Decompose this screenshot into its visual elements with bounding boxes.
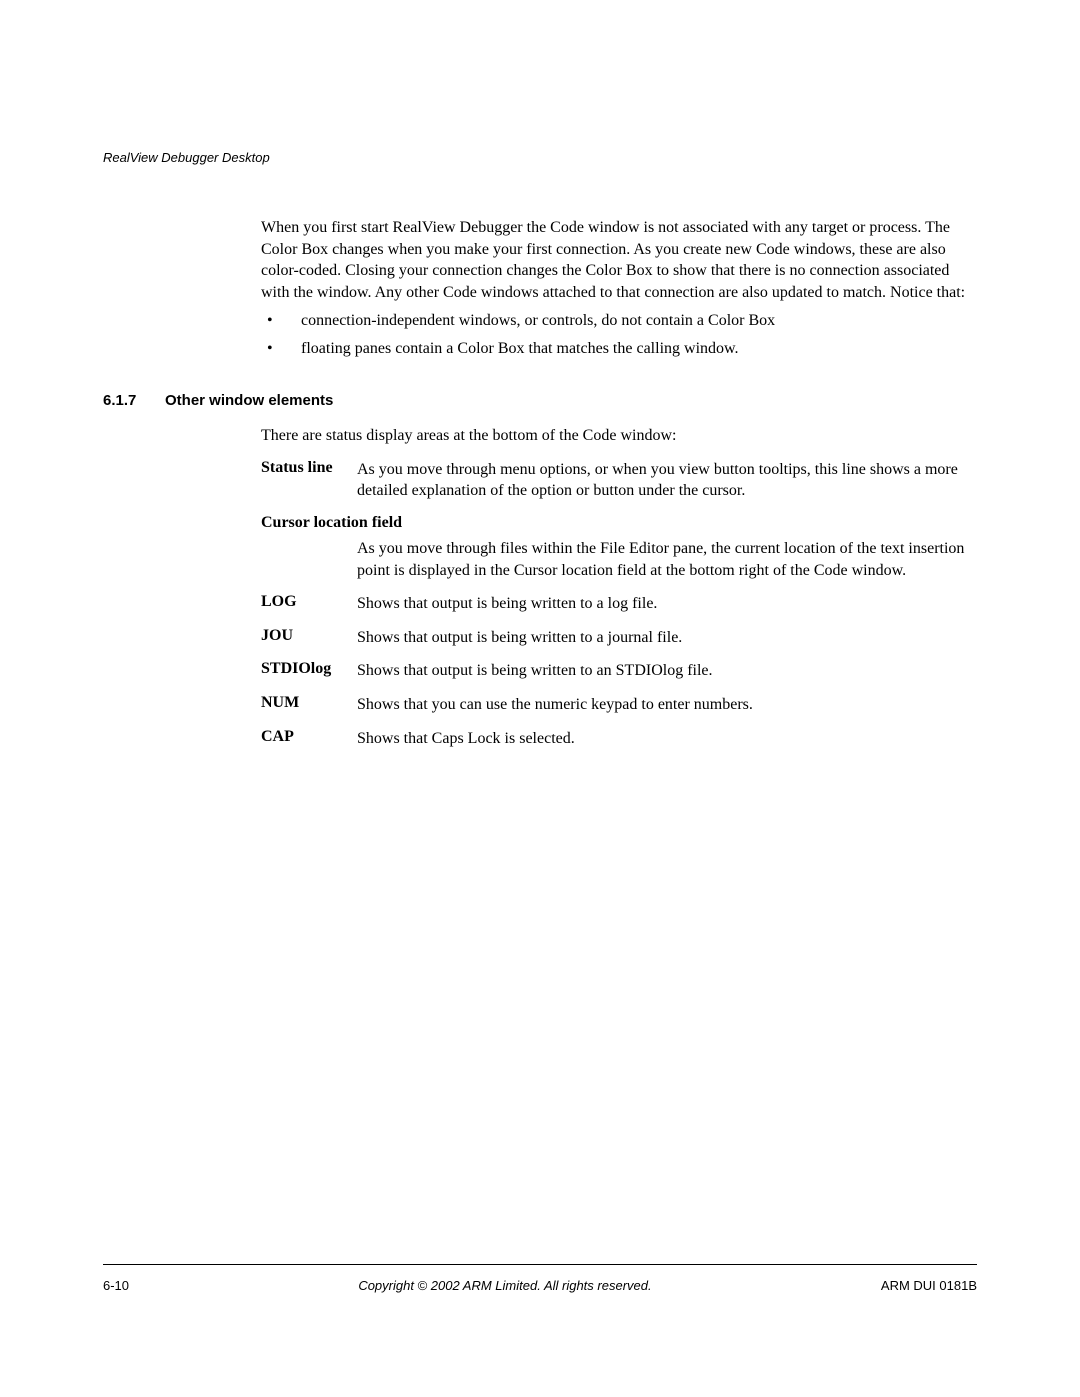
- section-title: Other window elements: [165, 392, 333, 409]
- definition-term: NUM: [261, 694, 357, 712]
- definition-term: Status line: [261, 459, 357, 477]
- definition-description: Shows that you can use the numeric keypa…: [357, 694, 977, 716]
- copyright-text: Copyright © 2002 ARM Limited. All rights…: [129, 1278, 881, 1293]
- definition-term: LOG: [261, 593, 357, 611]
- section-intro: There are status display areas at the bo…: [261, 427, 977, 445]
- intro-bullet-list: • connection-independent windows, or cont…: [261, 309, 977, 359]
- running-header: RealView Debugger Desktop: [103, 150, 977, 165]
- definition-term: STDIOlog: [261, 660, 357, 678]
- definition-description: Shows that output is being written to a …: [357, 593, 977, 615]
- bullet-icon: •: [267, 337, 273, 360]
- section-heading: 6.1.7 Other window elements: [103, 392, 977, 409]
- definition-item: NUM Shows that you can use the numeric k…: [261, 694, 977, 716]
- page-footer: 6-10 Copyright © 2002 ARM Limited. All r…: [103, 1278, 977, 1293]
- definition-description: As you move through files within the Fil…: [357, 538, 977, 581]
- definition-description: Shows that Caps Lock is selected.: [357, 728, 977, 750]
- definition-item: CAP Shows that Caps Lock is selected.: [261, 728, 977, 750]
- definition-description: As you move through menu options, or whe…: [357, 459, 977, 502]
- definition-list: Status line As you move through menu opt…: [261, 459, 977, 749]
- definition-item: STDIOlog Shows that output is being writ…: [261, 660, 977, 682]
- definition-item: LOG Shows that output is being written t…: [261, 593, 977, 615]
- definition-description: Shows that output is being written to an…: [357, 660, 977, 682]
- definition-term: CAP: [261, 728, 357, 746]
- bullet-icon: •: [267, 309, 273, 332]
- list-item: • floating panes contain a Color Box that…: [261, 337, 977, 360]
- bullet-text: floating panes contain a Color Box that …: [301, 340, 739, 357]
- page-number: 6-10: [103, 1278, 129, 1293]
- intro-paragraph: When you first start RealView Debugger t…: [261, 217, 977, 303]
- definition-term: JOU: [261, 627, 357, 645]
- definition-item: Status line As you move through menu opt…: [261, 459, 977, 502]
- list-item: • connection-independent windows, or cont…: [261, 309, 977, 332]
- definition-term: Cursor location field: [261, 514, 977, 532]
- definition-item: JOU Shows that output is being written t…: [261, 627, 977, 649]
- definition-item: Cursor location field As you move throug…: [261, 514, 977, 581]
- document-id: ARM DUI 0181B: [881, 1278, 977, 1293]
- section-number: 6.1.7: [103, 392, 165, 409]
- footer-rule: [103, 1264, 977, 1265]
- bullet-text: connection-independent windows, or contr…: [301, 312, 775, 329]
- definition-description: Shows that output is being written to a …: [357, 627, 977, 649]
